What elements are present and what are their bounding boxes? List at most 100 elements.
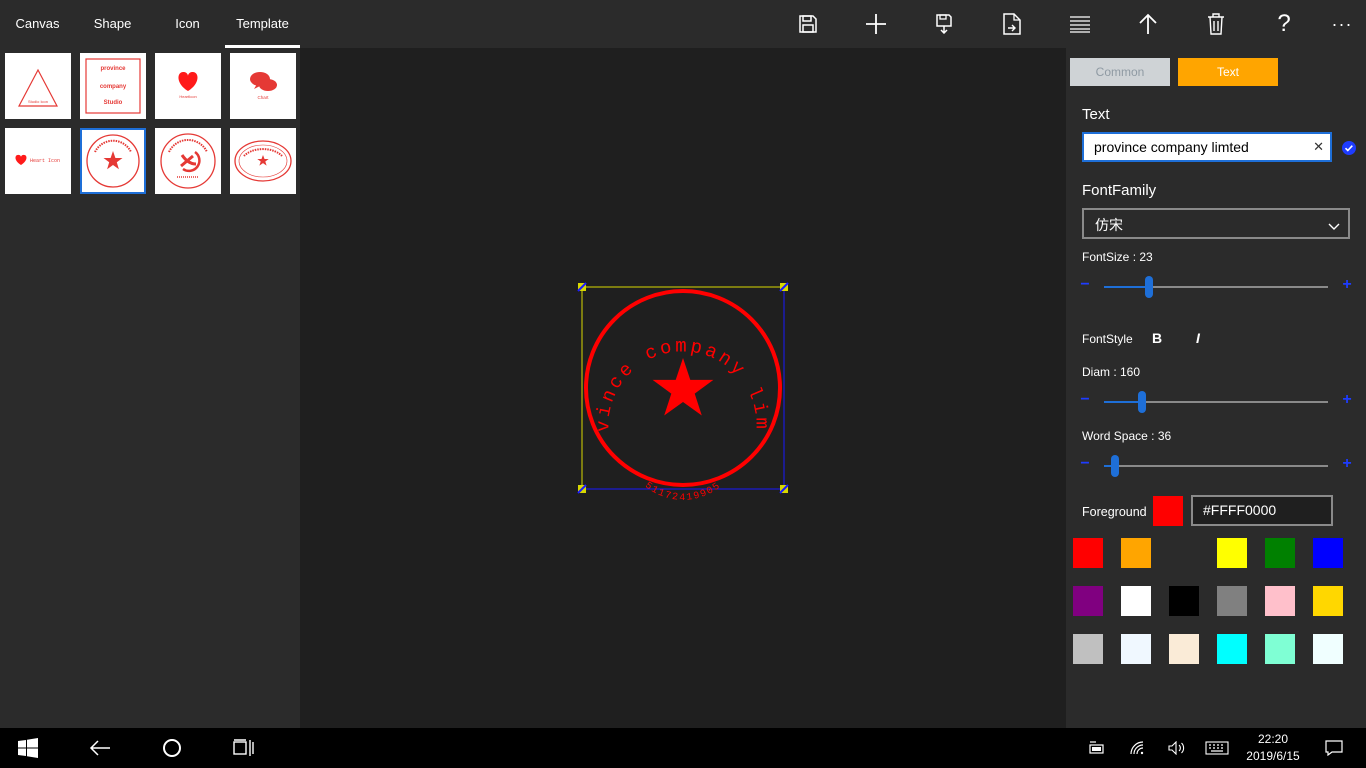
color-swatch[interactable] (1265, 538, 1295, 568)
delete-icon[interactable] (1198, 6, 1234, 42)
color-swatch[interactable] (1169, 634, 1199, 664)
tab-shape[interactable]: Shape (75, 0, 150, 48)
color-swatch[interactable] (1217, 586, 1247, 616)
fontsize-plus[interactable]: + (1340, 276, 1354, 294)
diam-slider-fill (1104, 401, 1143, 403)
save-icon[interactable] (790, 6, 826, 42)
properties-panel: Common Text Text ✕ FontFamily 仿宋 FontSiz… (1066, 48, 1366, 728)
battery-icon[interactable] (1086, 728, 1108, 768)
clock-time: 22:20 (1257, 732, 1289, 746)
cortana-icon[interactable] (154, 728, 190, 768)
wifi-icon[interactable] (1127, 728, 1149, 768)
star-icon (652, 358, 714, 416)
emblem-icon (180, 154, 197, 168)
clock-date: 2019/6/15 (1246, 749, 1300, 763)
add-icon[interactable] (858, 6, 894, 42)
resize-handle-bl (577, 484, 587, 494)
wordspace-plus[interactable]: + (1340, 455, 1354, 473)
template-circle-party[interactable] (155, 128, 221, 194)
segment-common[interactable]: Common (1070, 58, 1170, 86)
template-heart[interactable]: HeartIcon (155, 53, 221, 119)
template-square[interactable]: province company Studio (80, 53, 146, 119)
foreground-color-preview[interactable] (1153, 496, 1183, 526)
align-icon[interactable] (1062, 6, 1098, 42)
template-chat-text: Chart (257, 95, 269, 100)
clock[interactable]: 22:20 2019/6/15 (1236, 731, 1310, 765)
wordspace-slider[interactable] (1104, 465, 1328, 467)
italic-button[interactable]: I (1196, 330, 1200, 346)
tab-canvas[interactable]: Canvas (0, 0, 75, 48)
resize-handle-tl (577, 282, 587, 292)
color-swatch[interactable] (1217, 634, 1247, 664)
diam-slider-thumb[interactable] (1138, 391, 1147, 413)
resize-handle-tr (779, 282, 789, 292)
color-swatch[interactable] (1121, 538, 1151, 568)
fontstyle-label: FontStyle (1082, 332, 1133, 346)
color-swatch[interactable] (1313, 586, 1343, 616)
fontsize-minus[interactable]: − (1078, 276, 1092, 294)
text-field[interactable]: ✕ (1082, 132, 1332, 162)
template-panel: Studio Icon province company Studio Hear… (0, 48, 300, 728)
color-swatch[interactable] (1265, 586, 1295, 616)
notification-icon[interactable] (1322, 728, 1346, 768)
text-label: Text (1082, 106, 1110, 123)
help-icon[interactable]: ? (1266, 6, 1302, 42)
back-icon[interactable] (82, 728, 118, 768)
bold-button[interactable]: B (1152, 330, 1162, 346)
color-swatch[interactable] (1073, 538, 1103, 568)
color-swatch[interactable] (1073, 634, 1103, 664)
template-circle-star[interactable] (80, 128, 146, 194)
wordspace-minus[interactable]: − (1078, 455, 1092, 473)
template-triangle[interactable]: Studio Icon (5, 53, 71, 119)
fontsize-slider-fill (1104, 286, 1149, 288)
windows-start-icon[interactable] (10, 728, 46, 768)
color-swatch[interactable] (1217, 538, 1247, 568)
foreground-label: Foreground (1082, 505, 1147, 519)
diam-label: Diam : 160 (1082, 365, 1141, 379)
stamp-main-text: province company limted (300, 48, 773, 432)
color-swatch[interactable] (1073, 586, 1103, 616)
wordspace-label: Word Space : 36 (1082, 429, 1172, 443)
clear-icon[interactable]: ✕ (1313, 139, 1324, 155)
confirm-icon[interactable] (1342, 141, 1356, 155)
color-swatch[interactable] (1313, 634, 1343, 664)
template-ellipse-star[interactable] (230, 128, 296, 194)
color-swatch[interactable] (1169, 538, 1199, 568)
fontfamily-dropdown[interactable]: 仿宋 (1082, 208, 1350, 239)
export-icon[interactable] (994, 6, 1030, 42)
wordspace-slider-thumb[interactable] (1111, 455, 1120, 477)
upload-icon[interactable] (1130, 6, 1166, 42)
star-icon (103, 151, 123, 170)
save-as-icon[interactable] (926, 6, 962, 42)
template-chat[interactable]: Chart (230, 53, 296, 119)
fontsize-label: FontSize : 23 (1082, 250, 1153, 264)
template-triangle-text: Studio Icon (28, 99, 48, 104)
color-swatch[interactable] (1121, 586, 1151, 616)
tab-icon[interactable]: Icon (150, 0, 225, 48)
keyboard-icon[interactable] (1203, 728, 1231, 768)
fontfamily-label: FontFamily (1082, 182, 1157, 199)
diam-minus[interactable]: − (1078, 391, 1092, 409)
text-input[interactable] (1094, 139, 1299, 155)
design-canvas[interactable]: province company limted 51172419905 (300, 48, 1066, 728)
color-swatch[interactable] (1169, 586, 1199, 616)
more-icon[interactable]: ··· (1324, 6, 1360, 42)
taskbar: 22:20 2019/6/15 (0, 728, 1366, 768)
color-swatch[interactable] (1265, 634, 1295, 664)
task-view-icon[interactable] (226, 728, 262, 768)
segment-text[interactable]: Text (1178, 58, 1278, 86)
heart-icon (15, 154, 27, 165)
volume-icon[interactable] (1166, 728, 1188, 768)
diam-plus[interactable]: + (1340, 391, 1354, 409)
foreground-hex-input[interactable]: #FFFF0000 (1191, 495, 1333, 526)
star-icon (257, 155, 269, 166)
resize-handle-br (779, 484, 789, 494)
template-heart-text[interactable]: Heart Icon (5, 128, 71, 194)
color-swatch[interactable] (1313, 538, 1343, 568)
tab-template[interactable]: Template (225, 0, 300, 48)
stamp-preview[interactable]: province company limted 51172419905 (300, 48, 1066, 728)
fontsize-slider-thumb[interactable] (1144, 276, 1153, 298)
template-square-text-1: province (100, 66, 126, 72)
template-square-text-2: company (100, 84, 127, 90)
color-swatch[interactable] (1121, 634, 1151, 664)
